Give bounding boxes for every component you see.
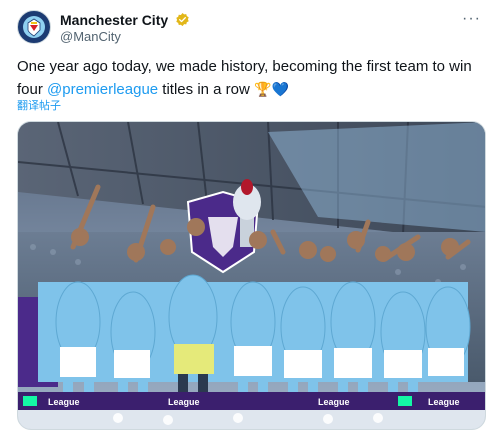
team-celebration-photo: League League League League — [18, 122, 485, 429]
tweet-text-part-2: titles in a row — [158, 81, 255, 98]
more-dots-icon[interactable]: ··· — [462, 10, 481, 28]
mancity-crest-icon[interactable] — [17, 10, 51, 44]
gold-verified-badge-icon — [176, 12, 189, 27]
author-display-name[interactable]: Manchester City — [60, 12, 168, 28]
board-text-3: League — [318, 397, 350, 407]
board-text-2: League — [168, 397, 200, 407]
blue-heart-emoji: 💙 — [271, 81, 289, 97]
tweet-header: Manchester City @ManCity ··· — [17, 10, 487, 46]
tweet-media-photo[interactable]: League League League League — [17, 121, 486, 430]
board-text-1: League — [48, 397, 80, 407]
tweet-text: One year ago today, we made history, bec… — [17, 56, 492, 101]
trophy-emoji: 🏆 — [254, 81, 272, 97]
premierleague-mention-link[interactable]: @premierleague — [47, 81, 158, 98]
board-text-4: League — [428, 397, 460, 407]
translate-post-link[interactable]: 翻译帖子 — [17, 97, 61, 113]
author-handle[interactable]: @ManCity — [60, 29, 121, 44]
